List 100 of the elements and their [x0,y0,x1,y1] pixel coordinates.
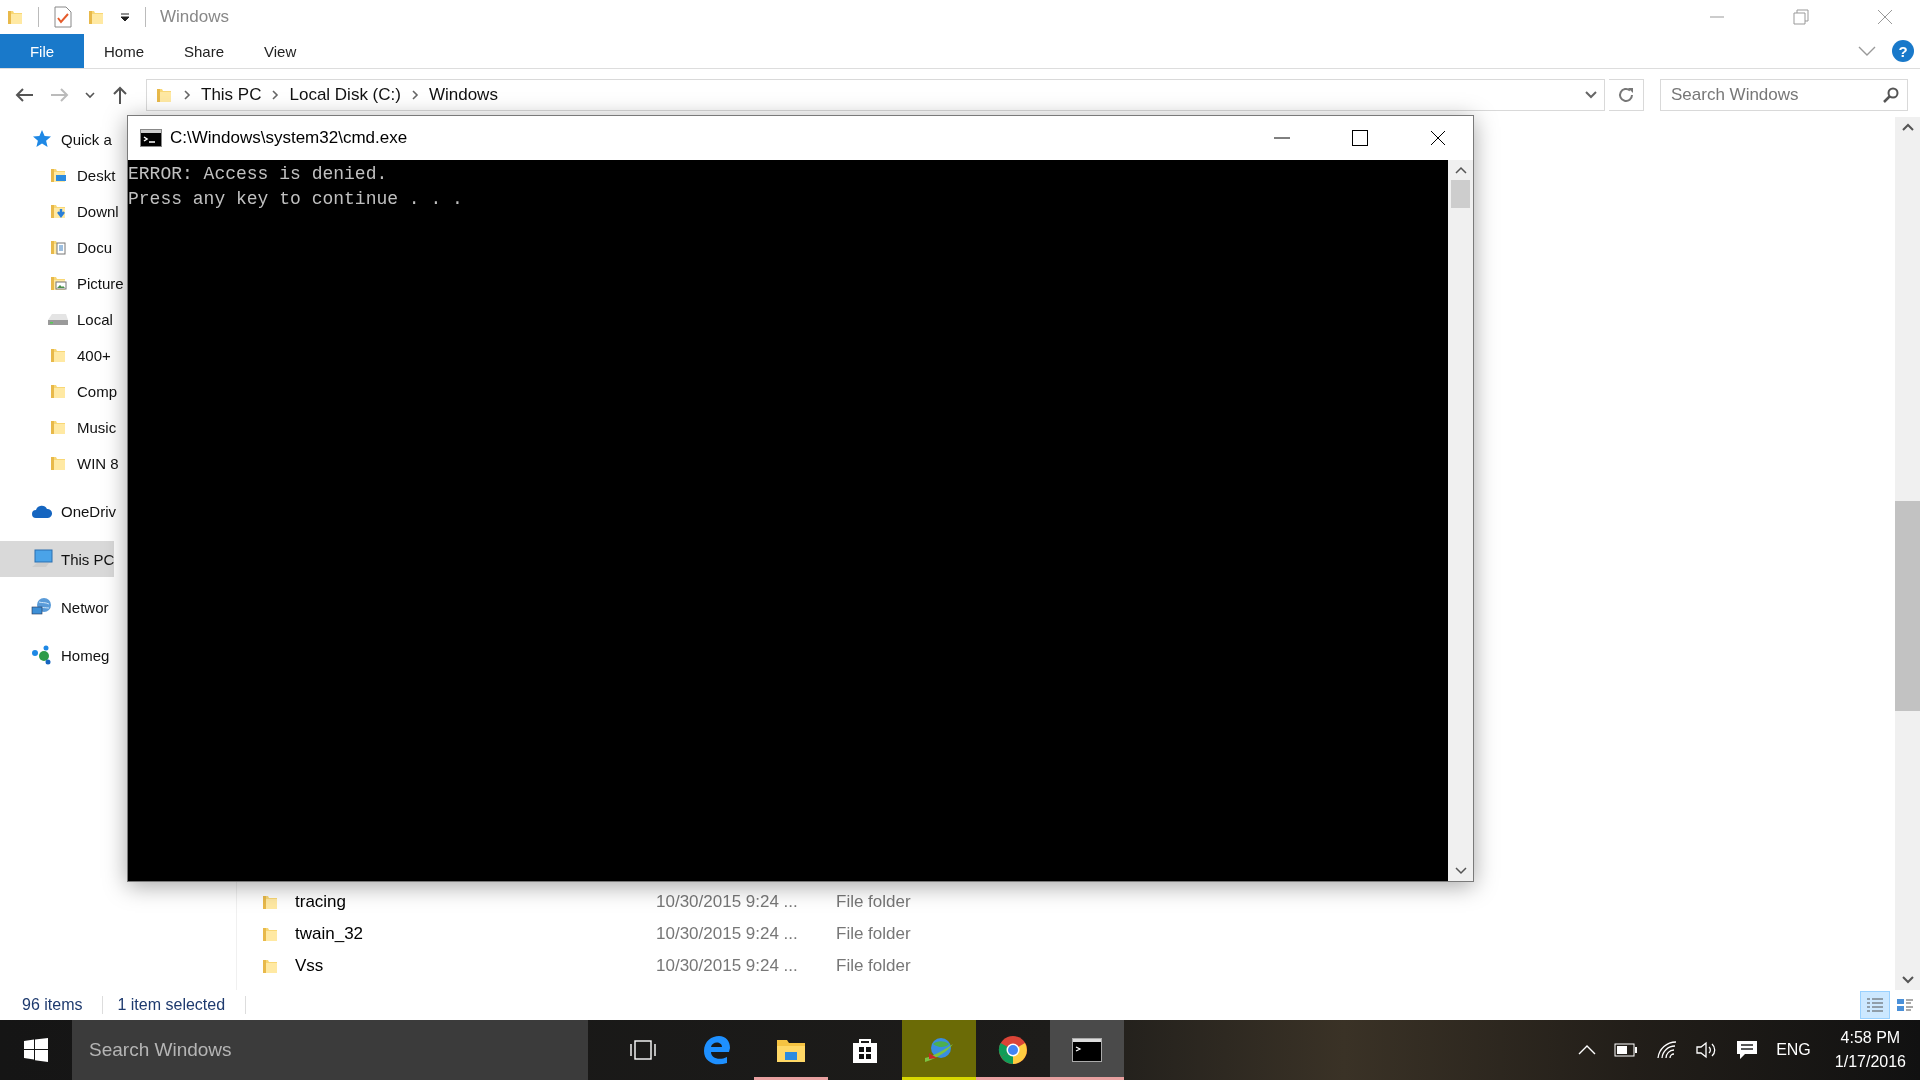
homegroup-icon [31,645,53,665]
clock[interactable]: 4:58 PM 1/17/2016 [1834,1026,1906,1074]
folder-icon [49,454,67,472]
search-icon [1883,87,1899,103]
file-tab[interactable]: File [0,34,84,68]
globe-icon [923,1036,955,1064]
scrollbar[interactable] [1448,160,1473,881]
drive-icon [47,312,69,326]
address-bar[interactable]: This PC Local Disk (C:) Windows [146,79,1605,111]
sidebar-item[interactable]: Downl [0,193,119,229]
folder-icon [49,418,67,436]
folder-icon [155,86,173,104]
file-type: File folder [836,924,911,944]
sidebar-item[interactable]: Music [0,409,117,445]
breadcrumb[interactable]: Windows [428,85,498,105]
up-arrow-icon [111,85,129,105]
sidebar-item[interactable]: This PC [0,541,115,577]
folder-icon [6,8,24,26]
folder-icon [49,382,67,400]
caret-icon [85,91,95,99]
refresh-icon [1617,86,1635,104]
picture-folder-icon [49,274,67,292]
sidebar-item[interactable]: Homeg [0,637,110,673]
edge-browser-icon [702,1035,732,1065]
scroll-up-icon[interactable] [1901,123,1914,131]
file-explorer-icon [776,1037,806,1063]
notification-icon[interactable] [1736,1040,1759,1060]
chevron-icon [410,89,419,101]
sidebar-item[interactable]: Deskt [0,157,116,193]
refresh-button[interactable] [1609,79,1644,111]
properties-icon[interactable] [53,6,73,28]
desktop-folder-icon [49,166,67,184]
file-name: tracing [295,892,348,912]
scroll-thumb[interactable] [1895,501,1920,711]
document-folder-icon [49,238,67,256]
expand-ribbon-icon[interactable] [1858,46,1876,56]
date-text: 1/17/2016 [1834,1052,1906,1072]
file-type: File folder [836,956,911,976]
file-date: 10/30/2015 9:24 ... [656,956,799,976]
maximize-icon [1352,130,1368,146]
breadcrumb[interactable]: This PC [201,85,262,105]
sidebar-item[interactable]: Networ [0,589,109,625]
shopping-bag-icon [851,1036,879,1064]
scroll-down-icon[interactable] [1454,867,1467,875]
restore-icon [1793,9,1809,25]
chevron-icon [271,89,280,101]
folder-icon [261,893,279,911]
scroll-up-icon[interactable] [1454,166,1467,174]
folder-icon [261,925,279,943]
file-row[interactable]: twain_32 10/30/2015 9:24 ... File folder [261,918,1895,950]
network-icon [31,597,53,617]
breadcrumb[interactable]: Local Disk (C:) [289,85,401,105]
file-row[interactable]: Vss 10/30/2015 9:24 ... File folder [261,950,1895,982]
sidebar-item[interactable]: Local [0,301,113,337]
battery-icon[interactable] [1614,1043,1639,1057]
language-indicator[interactable]: ENG [1776,1041,1811,1059]
windows-logo-icon [24,1038,48,1062]
terminal-icon [140,129,162,147]
sidebar-item[interactable]: Picture [0,265,124,301]
console-line: ERROR: Access is denied. [128,163,389,186]
sidebar-item[interactable]: WIN 8 [0,445,119,481]
back-arrow-icon [14,87,34,103]
task-view-icon [630,1039,656,1061]
file-row[interactable]: tracing 10/30/2015 9:24 ... File folder [261,886,1895,918]
time-text: 4:58 PM [1840,1028,1901,1048]
sidebar-item[interactable]: Docu [0,229,113,265]
close-icon [1430,130,1446,146]
download-folder-icon [49,202,67,220]
search-field[interactable]: Search Windows [1660,79,1908,111]
file-date: 10/30/2015 9:24 ... [656,892,799,912]
taskbar-button[interactable] [1050,1020,1124,1080]
wifi-icon[interactable] [1656,1041,1679,1059]
ribbon-tab[interactable]: Home [84,34,164,68]
folder-icon [49,346,67,364]
scrollbar[interactable] [1895,117,1920,990]
folder-icon [261,957,279,975]
sidebar-item[interactable]: Quick a [0,121,112,157]
scroll-thumb[interactable] [1451,180,1470,208]
ribbon-tab[interactable]: Share [164,34,245,68]
computer-icon [31,549,53,569]
help-button[interactable]: ? [1892,40,1914,62]
tiles-icon [1896,997,1914,1013]
selection-count: 1 item selected [103,996,247,1014]
ribbon-tab[interactable]: View [244,34,317,68]
window-title: Windows [160,7,229,27]
scroll-down-icon[interactable] [1901,976,1914,984]
cloud-icon [31,503,53,519]
file-name: Vss [295,956,325,976]
star-icon [32,129,52,149]
chevron-up-icon[interactable] [1578,1045,1597,1055]
sidebar-item[interactable]: Comp [0,373,117,409]
search-field[interactable]: Search Windows [72,1020,588,1080]
chrome-browser-icon [998,1035,1028,1065]
file-name: twain_32 [295,924,365,944]
sidebar-item[interactable]: 400+ [0,337,111,373]
console-line: Press any key to continue . . . [128,187,464,211]
dropdown-icon[interactable] [119,11,131,23]
file-date: 10/30/2015 9:24 ... [656,924,799,944]
minimize-icon [1710,16,1724,18]
sidebar-item[interactable]: OneDriv [0,493,116,529]
